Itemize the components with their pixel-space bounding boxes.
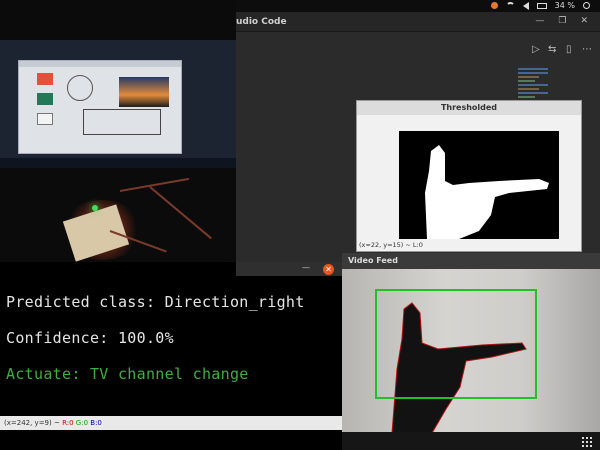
power-icon[interactable] [583, 2, 590, 9]
monitor-taskbar [0, 158, 236, 168]
video-feed-window[interactable]: Video Feed [342, 253, 600, 434]
vscode-titlebar: udio Code — ❐ ✕ [236, 12, 600, 32]
thresholded-status: (x=22, y=15) ~ L:0 [359, 241, 423, 249]
vscode-title: udio Code [236, 17, 287, 27]
monitor-app-window [18, 60, 182, 154]
editor-toolbar: ▷ ⇆ ▯ ⋯ [236, 44, 600, 58]
battery-text: 34 % [554, 1, 575, 10]
green-value: G:0 [75, 419, 89, 427]
cursor-coords: (x=242, y=9) ~ [4, 419, 60, 427]
system-tray[interactable]: 34 % [490, 1, 590, 10]
confidence-text: Confidence: 100.0% [6, 329, 174, 347]
close-icon[interactable]: ✕ [580, 16, 588, 26]
thresholded-title: Thresholded [357, 101, 581, 115]
thresholded-window[interactable]: Thresholded (x=22, y=15) ~ L:0 [356, 100, 582, 252]
minimize-icon[interactable]: — [535, 16, 544, 26]
notification-icon[interactable] [490, 2, 498, 9]
split-editor-icon[interactable]: ▯ [566, 44, 572, 55]
maximize-icon[interactable]: ❐ [558, 16, 566, 26]
thresholded-image [399, 131, 559, 239]
prediction-status-bar: (x=242, y=9) ~ R:0 G:0 B:0 [0, 416, 342, 430]
volume-icon[interactable] [522, 1, 529, 10]
more-actions-icon[interactable]: ⋯ [582, 44, 592, 55]
predicted-class-text: Predicted class: Direction_right [6, 293, 305, 311]
run-icon[interactable]: ▷ [532, 44, 540, 55]
close-icon[interactable]: ✕ [323, 264, 334, 275]
hardware-photo [0, 0, 236, 290]
video-feed-image [342, 269, 600, 434]
prediction-window-titlebar: — ✕ [236, 262, 342, 276]
grid-icon[interactable] [582, 437, 592, 447]
red-value: R:0 [62, 419, 74, 427]
laptop-monitor [0, 40, 236, 168]
actuate-text: Actuate: TV channel change [6, 365, 249, 383]
blue-value: B:0 [90, 419, 102, 427]
video-feed-title: Video Feed [342, 253, 600, 269]
wifi-icon[interactable] [505, 2, 515, 9]
minimize-icon[interactable]: — [302, 263, 310, 272]
compare-icon[interactable]: ⇆ [548, 44, 556, 55]
battery-icon [536, 2, 547, 9]
top-panel: 34 % [236, 0, 600, 12]
